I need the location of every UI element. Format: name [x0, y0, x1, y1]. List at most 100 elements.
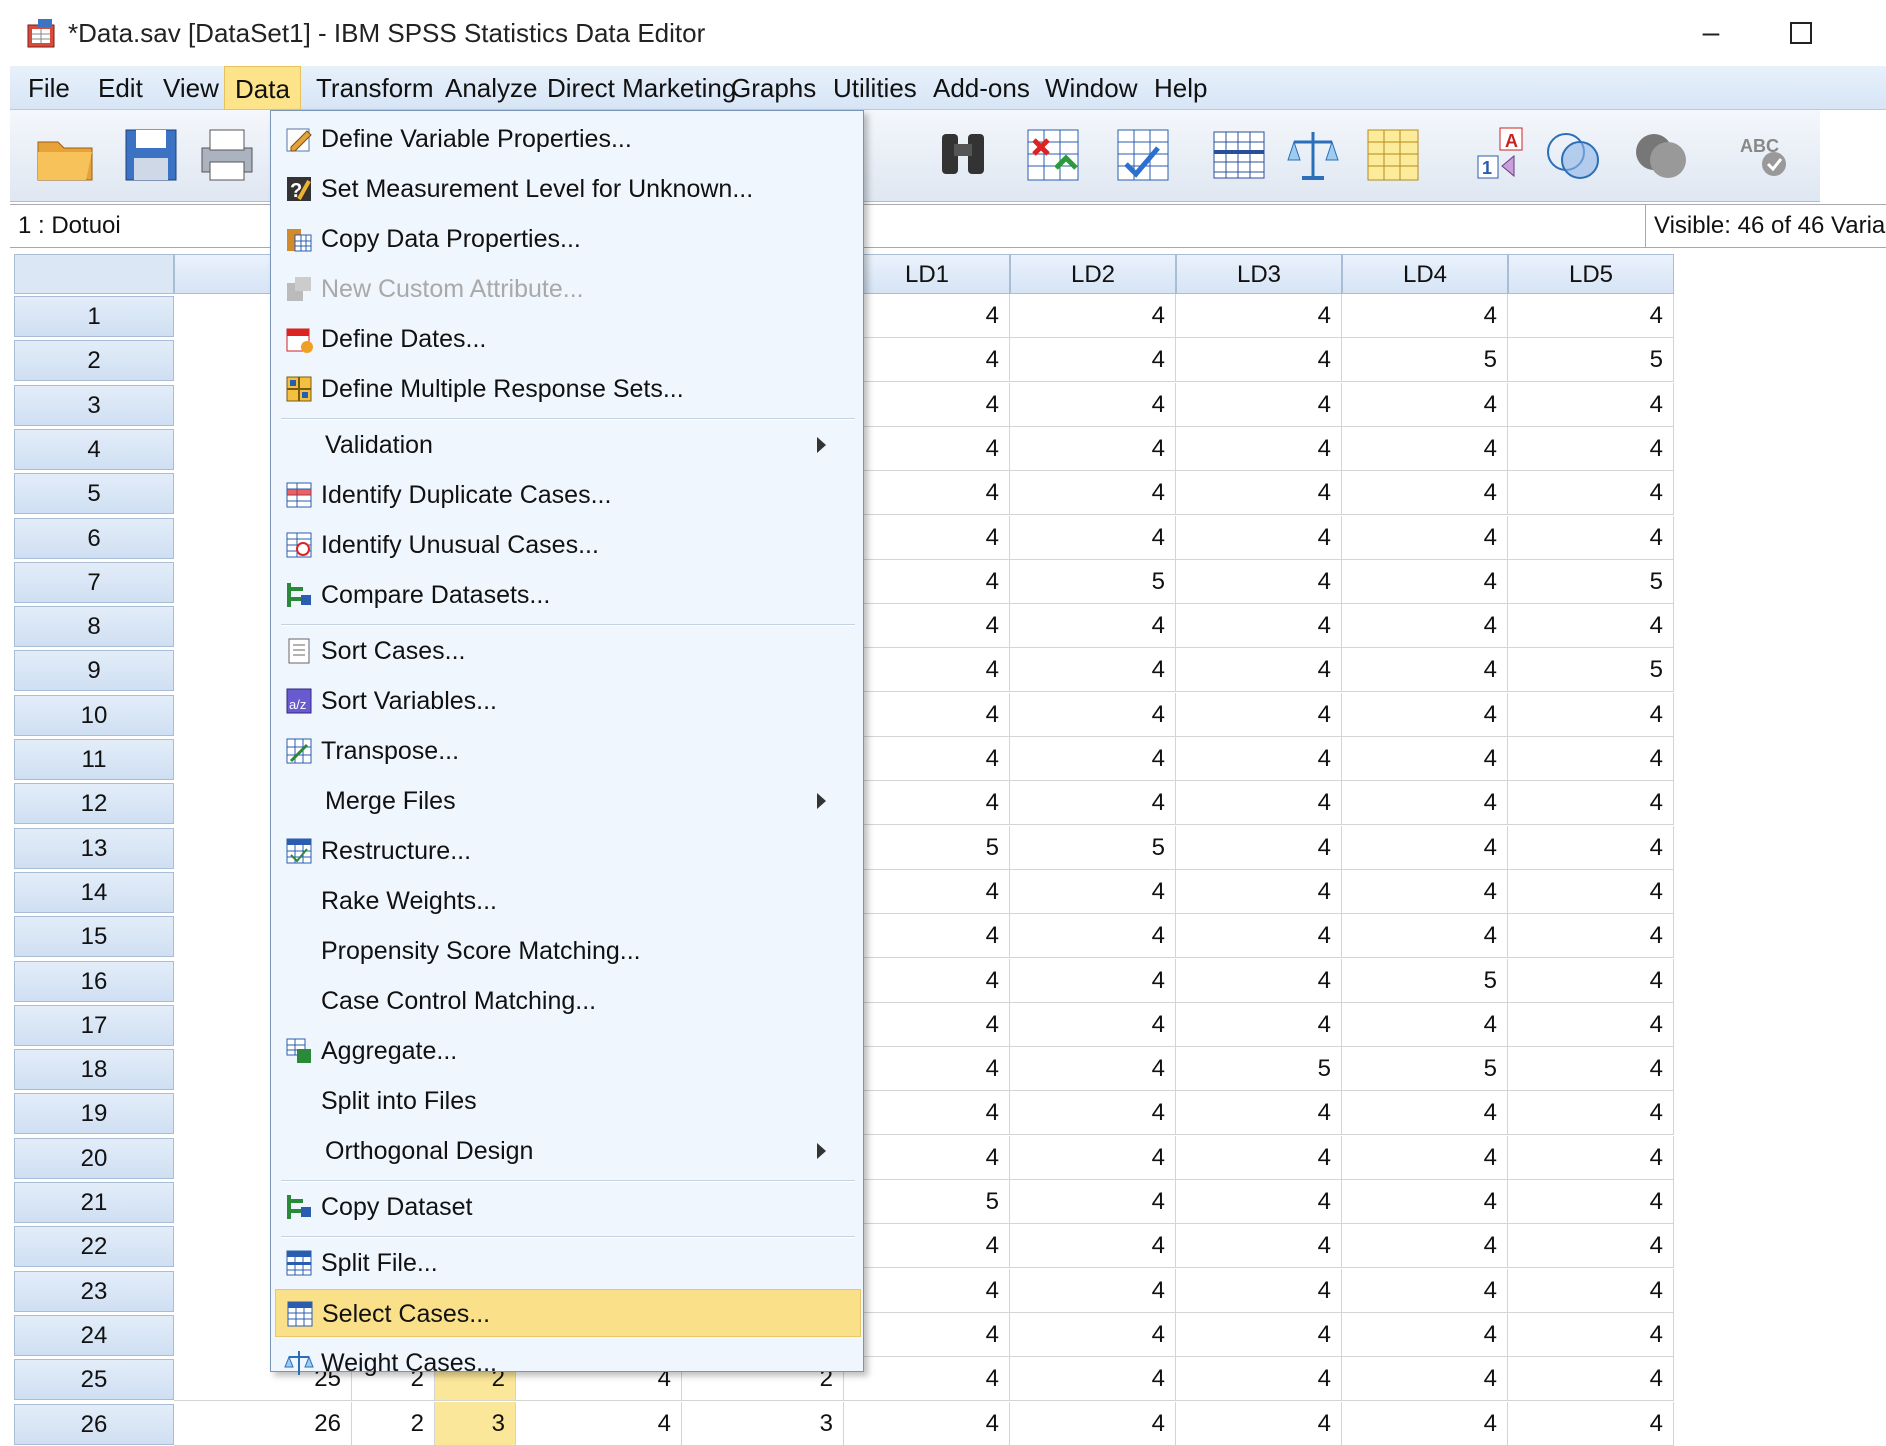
data-cell[interactable]: 4: [1176, 515, 1342, 560]
data-cell[interactable]: 4: [844, 781, 1010, 826]
data-cell[interactable]: 4: [1342, 604, 1508, 649]
data-cell[interactable]: 4: [1176, 1401, 1342, 1446]
data-cell[interactable]: 5: [1176, 1047, 1342, 1092]
data-cell[interactable]: 26: [174, 1401, 352, 1446]
data-cell[interactable]: 4: [1010, 692, 1176, 737]
data-cell[interactable]: 4: [1010, 515, 1176, 560]
data-cell[interactable]: 4: [844, 1312, 1010, 1357]
row-header[interactable]: 1: [14, 296, 174, 337]
data-cell[interactable]: 4: [1176, 914, 1342, 959]
data-cell[interactable]: 4: [1176, 1268, 1342, 1313]
menu-item-sort-variables[interactable]: a/z Sort Variables...: [275, 677, 861, 725]
data-cell[interactable]: 4: [844, 692, 1010, 737]
find-binoculars-icon[interactable]: [930, 122, 996, 188]
data-cell[interactable]: 4: [1010, 338, 1176, 383]
data-cell[interactable]: 3: [682, 1401, 844, 1446]
row-header[interactable]: 9: [14, 650, 174, 692]
row-header[interactable]: 7: [14, 561, 174, 603]
data-cell[interactable]: 5: [1508, 559, 1674, 604]
insert-cases-icon[interactable]: [1020, 122, 1086, 188]
menu-item-copy-data-properties[interactable]: Copy Data Properties...: [275, 215, 861, 263]
data-cell[interactable]: 4: [1176, 426, 1342, 471]
data-cell[interactable]: 4: [1508, 1091, 1674, 1136]
data-cell[interactable]: 4: [1176, 781, 1342, 826]
data-cell[interactable]: 4: [1010, 1002, 1176, 1047]
data-cell[interactable]: 4: [1508, 1047, 1674, 1092]
data-cell[interactable]: 4: [1176, 1091, 1342, 1136]
data-cell[interactable]: 4: [844, 1002, 1010, 1047]
data-cell[interactable]: 4: [1010, 294, 1176, 338]
row-header[interactable]: 23: [14, 1270, 174, 1312]
data-cell[interactable]: 4: [1010, 958, 1176, 1003]
value-labels-icon[interactable]: A1: [1470, 122, 1536, 188]
data-cell[interactable]: 4: [1508, 825, 1674, 870]
row-header[interactable]: 4: [14, 428, 174, 470]
menu-item-define-variable-properties[interactable]: Define Variable Properties...: [275, 115, 861, 163]
data-cell[interactable]: 4: [1508, 958, 1674, 1003]
data-cell[interactable]: 4: [1342, 1357, 1508, 1402]
data-cell[interactable]: 4: [1176, 1312, 1342, 1357]
menu-item-transpose[interactable]: Transpose...: [275, 727, 861, 775]
data-cell[interactable]: 4: [1508, 1312, 1674, 1357]
row-header[interactable]: 19: [14, 1093, 174, 1135]
data-cell[interactable]: 4: [844, 604, 1010, 649]
data-cell[interactable]: 4: [1010, 1268, 1176, 1313]
data-cell[interactable]: 4: [1508, 692, 1674, 737]
data-cell[interactable]: 4: [1010, 1180, 1176, 1224]
data-cell[interactable]: 4: [1010, 1135, 1176, 1180]
data-cell[interactable]: 4: [1010, 1224, 1176, 1269]
data-cell[interactable]: 4: [1010, 426, 1176, 471]
menu-item-weight-cases[interactable]: Weight Cases...: [275, 1339, 861, 1387]
data-cell[interactable]: 4: [1342, 559, 1508, 604]
data-cell[interactable]: 4: [1508, 1224, 1674, 1269]
row-header[interactable]: 6: [14, 517, 174, 559]
data-cell[interactable]: 5: [1508, 648, 1674, 693]
menu-item-split-file[interactable]: Split File...: [275, 1239, 861, 1287]
data-cell[interactable]: 4: [1342, 914, 1508, 959]
data-cell[interactable]: 4: [1010, 382, 1176, 427]
data-cell[interactable]: 4: [844, 294, 1010, 338]
data-cell[interactable]: 4: [1342, 737, 1508, 781]
column-header-ld4[interactable]: LD4: [1342, 254, 1508, 294]
use-sets-icon[interactable]: [1540, 122, 1606, 188]
data-cell[interactable]: 4: [844, 426, 1010, 471]
menu-item-restructure[interactable]: Restructure...: [275, 827, 861, 875]
data-cell[interactable]: 4: [1342, 1312, 1508, 1357]
menu-item-sort-cases[interactable]: Sort Cases...: [275, 627, 861, 675]
data-cell[interactable]: 4: [1010, 1312, 1176, 1357]
menu-edit[interactable]: Edit: [88, 66, 153, 110]
menu-item-validation[interactable]: Validation: [275, 421, 861, 469]
maximize-button[interactable]: [1766, 10, 1836, 56]
data-cell[interactable]: 4: [1508, 737, 1674, 781]
menu-item-compare-datasets[interactable]: Compare Datasets...: [275, 571, 861, 619]
data-cell[interactable]: 4: [1342, 1180, 1508, 1224]
data-cell[interactable]: 4: [1342, 515, 1508, 560]
open-folder-icon[interactable]: [32, 122, 98, 188]
row-header[interactable]: 11: [14, 739, 174, 780]
data-cell[interactable]: 4: [1342, 1002, 1508, 1047]
data-cell[interactable]: 4: [516, 1401, 682, 1446]
row-header[interactable]: 13: [14, 827, 174, 869]
data-cell[interactable]: 4: [844, 1357, 1010, 1402]
menu-window[interactable]: Window: [1035, 66, 1147, 110]
data-cell[interactable]: 4: [844, 648, 1010, 693]
data-cell[interactable]: 4: [1508, 604, 1674, 649]
data-cell[interactable]: 4: [1010, 1091, 1176, 1136]
menu-item-rake-weights[interactable]: Rake Weights...: [275, 877, 861, 925]
data-cell[interactable]: 4: [1342, 382, 1508, 427]
data-cell[interactable]: 4: [844, 1268, 1010, 1313]
data-cell[interactable]: 4: [844, 382, 1010, 427]
data-cell[interactable]: 4: [1176, 1180, 1342, 1224]
menu-item-copy-dataset[interactable]: Copy Dataset: [275, 1183, 861, 1231]
data-cell[interactable]: 5: [1342, 338, 1508, 383]
menu-item-split-into-files[interactable]: Split into Files: [275, 1077, 861, 1125]
data-cell[interactable]: 4: [1176, 294, 1342, 338]
data-cell[interactable]: 4: [1508, 1180, 1674, 1224]
data-cell[interactable]: 4: [1508, 471, 1674, 516]
row-header[interactable]: 10: [14, 694, 174, 736]
data-cell[interactable]: 4: [844, 737, 1010, 781]
data-cell[interactable]: 4: [1508, 426, 1674, 471]
data-cell[interactable]: 4: [1010, 1357, 1176, 1402]
menu-item-set-measurement-level-for-unknown[interactable]: ? Set Measurement Level for Unknown...: [275, 165, 861, 213]
data-cell[interactable]: 4: [1342, 426, 1508, 471]
